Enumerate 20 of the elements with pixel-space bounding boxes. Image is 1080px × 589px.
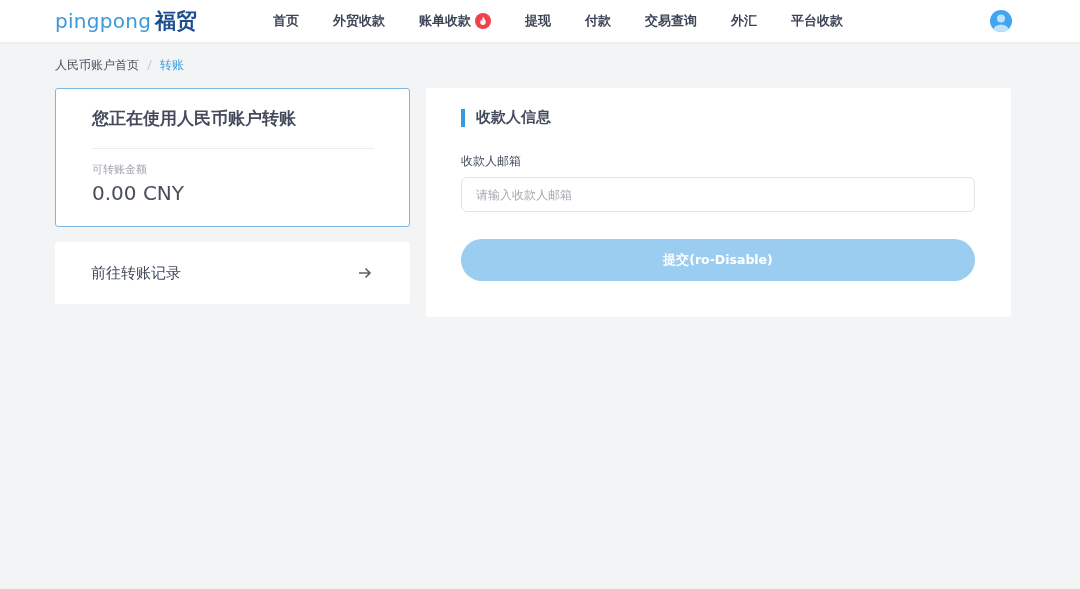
history-link[interactable]: 前往转账记录 xyxy=(91,263,181,283)
nav-item[interactable]: 外贸收款 xyxy=(333,12,385,30)
user-avatar-icon[interactable] xyxy=(990,10,1012,32)
history-link-card[interactable]: 前往转账记录 xyxy=(55,242,410,304)
nav-item[interactable]: 提现 xyxy=(525,12,551,30)
balance-amount: 0.00 CNY xyxy=(92,181,186,205)
nav-item[interactable]: 首页 xyxy=(273,12,299,30)
balance-label: 可转账金额 xyxy=(92,163,148,177)
breadcrumb-link[interactable]: 人民币账户首页 xyxy=(55,57,139,73)
nav-item[interactable]: 交易查询 xyxy=(645,12,697,30)
nav-item[interactable]: 平台收款 xyxy=(791,12,843,30)
nav-item[interactable]: 账单收款 xyxy=(419,12,491,30)
nav-item[interactable]: 外汇 xyxy=(731,12,757,30)
nav-item[interactable]: 付款 xyxy=(585,12,611,30)
field-label: 收款人邮箱 xyxy=(461,153,522,170)
email-field[interactable]: 请输入收款人邮箱 xyxy=(461,177,975,212)
arrow-right-icon xyxy=(358,266,372,280)
logo[interactable]: pingpong 福贸 xyxy=(55,7,273,35)
card-title: 您正在使用人民币账户转账 xyxy=(92,107,297,130)
section-title: 收款人信息 xyxy=(476,108,551,127)
